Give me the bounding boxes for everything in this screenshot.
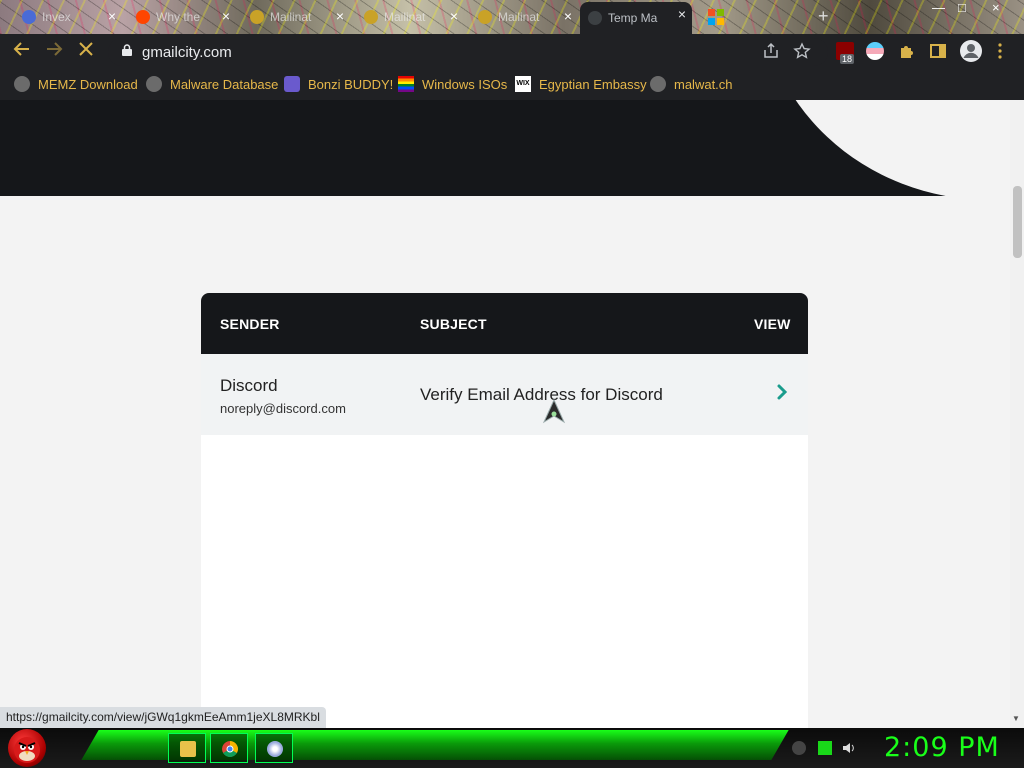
taskbar-paint-button[interactable]	[255, 733, 293, 763]
hero-curve	[760, 100, 1010, 196]
tab-2[interactable]: Why the ×	[128, 4, 236, 30]
tab-7[interactable]	[700, 4, 740, 30]
new-tab-button[interactable]: +	[818, 6, 829, 27]
sender-name: Discord	[220, 376, 278, 395]
network-icon[interactable]	[818, 741, 832, 755]
side-panel-icon[interactable]	[929, 42, 947, 60]
bookmark-label: Bonzi BUDDY!	[308, 76, 394, 92]
wix-icon: WIX	[515, 76, 531, 92]
bookmark-label: Malware Database	[170, 76, 279, 92]
share-icon[interactable]	[762, 42, 780, 60]
tab-close-icon[interactable]: ×	[108, 9, 116, 23]
stop-button[interactable]	[74, 40, 98, 64]
reddit-icon	[136, 10, 150, 24]
tab-title: Mailinat	[384, 10, 426, 24]
inbox-table: SENDER SUBJECT VIEW Discord noreply@disc…	[201, 293, 808, 728]
tab-close-icon[interactable]: ×	[336, 9, 344, 23]
extension-badge: 18	[840, 54, 855, 64]
rainbow-flag-icon	[398, 76, 414, 92]
column-header-sender: SENDER	[220, 316, 280, 332]
bookmark-label: Egyptian Embassy	[539, 76, 647, 92]
chrome-icon	[222, 741, 238, 757]
forward-button[interactable]	[42, 40, 66, 64]
inbox-header: SENDER SUBJECT VIEW	[201, 293, 808, 354]
folder-icon	[180, 741, 196, 757]
back-arrow-icon	[13, 42, 29, 56]
tab-favicon-icon	[588, 11, 602, 25]
tab-4[interactable]: Mailinat ×	[356, 4, 464, 30]
minimize-button[interactable]: —	[932, 0, 945, 15]
paint-palette-icon	[267, 741, 283, 757]
globe-icon	[14, 76, 30, 92]
globe-icon	[650, 76, 666, 92]
puzzle-icon[interactable]	[898, 42, 916, 60]
stop-x-icon	[79, 42, 93, 56]
screen: Invex × Why the × Mailinat × Mailinat × …	[0, 0, 1024, 768]
bookmark-bonzi-buddy[interactable]: Bonzi BUDDY!	[284, 76, 393, 92]
tab-active[interactable]: Temp Ma ×	[580, 2, 692, 34]
url-text[interactable]: gmailcity.com	[142, 44, 232, 61]
microsoft-icon	[708, 9, 724, 25]
bookmark-malwatch[interactable]: malwat.ch	[650, 76, 733, 92]
start-button[interactable]	[8, 729, 46, 767]
scrollbar-thumb[interactable]	[1013, 186, 1022, 258]
tab-favicon-icon	[364, 10, 378, 24]
tab-favicon-icon	[250, 10, 264, 24]
scroll-down-arrow-icon[interactable]: ▼	[1012, 714, 1020, 723]
chevron-right-icon[interactable]	[775, 382, 789, 402]
tab-close-icon[interactable]: ×	[678, 7, 686, 21]
bookmark-label: malwat.ch	[674, 76, 733, 92]
angry-bird-icon	[14, 737, 40, 763]
tab-title: Invex	[42, 10, 71, 24]
star-icon[interactable]	[793, 42, 811, 60]
table-row[interactable]: Discord noreply@discord.com Verify Email…	[201, 354, 808, 435]
tab-favicon-icon	[478, 10, 492, 24]
tab-title: Mailinat	[270, 10, 312, 24]
taskbar-chrome-button[interactable]	[210, 733, 248, 763]
bookmark-label: Windows ISOs	[422, 76, 508, 92]
column-header-view: VIEW	[754, 316, 791, 332]
tab-title: Mailinat	[498, 10, 540, 24]
bookmark-malware-database[interactable]: Malware Database	[146, 76, 278, 92]
bookmark-egyptian-embassy[interactable]: WIX Egyptian Embassy	[515, 76, 647, 92]
tab-title: Temp Ma	[608, 11, 658, 25]
bookmark-label: MEMZ Download	[38, 76, 138, 92]
web-page: SENDER SUBJECT VIEW Discord noreply@disc…	[0, 100, 1010, 728]
tab-title: Why the	[156, 10, 201, 24]
globe-icon	[146, 76, 162, 92]
bonzi-icon	[284, 76, 300, 92]
volume-icon[interactable]	[842, 741, 856, 755]
link-status-bar: https://gmailcity.com/view/jGWq1gkmEeAmm…	[0, 707, 326, 728]
tab-close-icon[interactable]: ×	[564, 9, 572, 23]
lock-icon	[122, 44, 132, 56]
profile-avatar-icon[interactable]	[960, 40, 982, 62]
tab-close-icon[interactable]: ×	[450, 9, 458, 23]
bookmark-memz[interactable]: MEMZ Download	[14, 76, 138, 92]
column-header-subject: SUBJECT	[420, 316, 487, 332]
maximize-button[interactable]: □	[958, 0, 966, 15]
flag-extension-icon[interactable]	[866, 42, 884, 60]
bookmark-windows-isos[interactable]: Windows ISOs	[398, 76, 507, 92]
sender-email: noreply@discord.com	[220, 401, 346, 416]
hero-banner	[0, 100, 1010, 196]
mouse-cursor-icon	[542, 398, 566, 424]
tray-arrow-icon[interactable]	[792, 741, 806, 755]
close-window-button[interactable]: ×	[992, 0, 1000, 15]
taskbar-clock[interactable]: 2:09 PM	[884, 732, 1000, 763]
taskbar-explorer-button[interactable]	[168, 733, 206, 763]
tab-strip: Invex × Why the × Mailinat × Mailinat × …	[0, 0, 1024, 34]
back-button[interactable]	[10, 40, 34, 64]
tab-1[interactable]: Invex ×	[14, 4, 122, 30]
tab-favicon-icon	[22, 10, 36, 24]
tab-5[interactable]: Mailinat ×	[470, 4, 578, 30]
menu-dots-icon[interactable]	[994, 42, 1006, 60]
forward-arrow-icon	[47, 42, 63, 56]
tab-close-icon[interactable]: ×	[222, 9, 230, 23]
tab-3[interactable]: Mailinat ×	[242, 4, 350, 30]
